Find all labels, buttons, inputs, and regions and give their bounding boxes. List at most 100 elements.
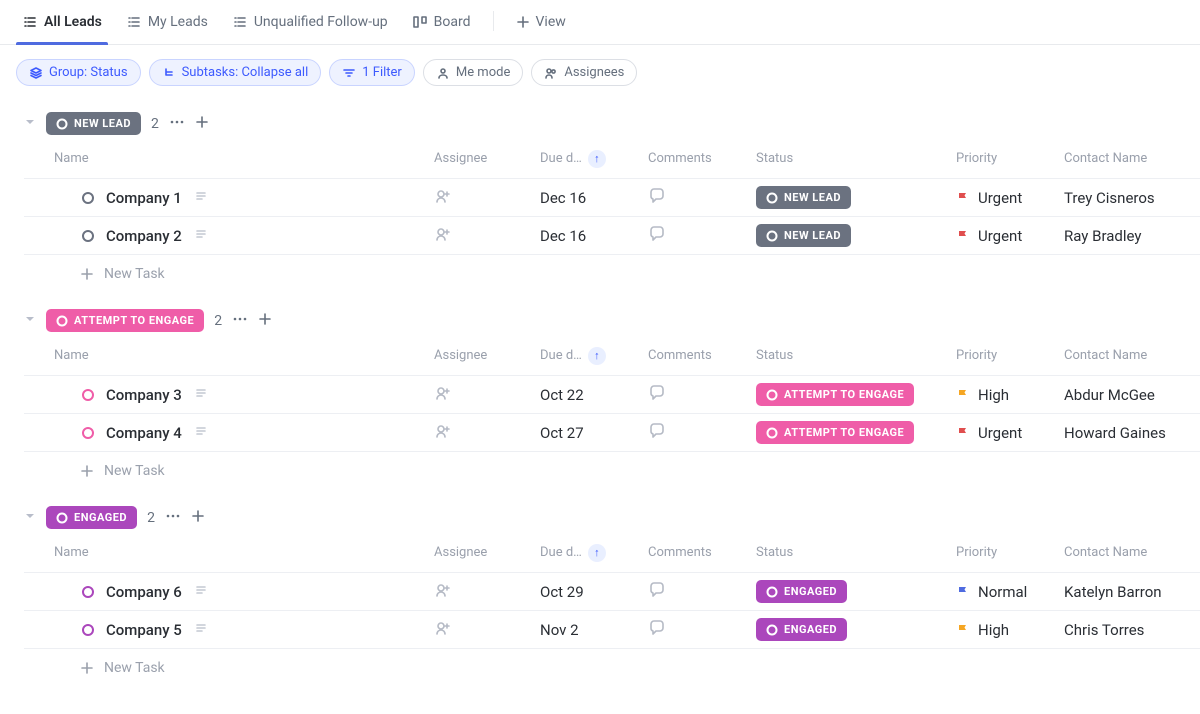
group-more-button[interactable] (232, 311, 248, 331)
due-date[interactable]: Nov 2 (540, 621, 648, 639)
col-status[interactable]: Status (756, 545, 956, 560)
col-contact[interactable]: Contact Name (1064, 348, 1200, 363)
col-status[interactable]: Status (756, 348, 956, 363)
group-chip[interactable]: Group: Status (16, 59, 141, 86)
col-due-date[interactable]: Due d… ↑ (540, 150, 648, 168)
task-name[interactable]: Company 6 (106, 583, 182, 601)
due-date[interactable]: Oct 22 (540, 386, 648, 404)
status-dot-icon[interactable] (80, 387, 96, 403)
col-status[interactable]: Status (756, 151, 956, 166)
col-name[interactable]: Name (54, 545, 434, 560)
due-date[interactable]: Oct 27 (540, 424, 648, 442)
collapse-toggle[interactable] (24, 116, 36, 132)
comments-cell[interactable] (648, 384, 756, 406)
status-cell[interactable]: NEW LEAD (756, 224, 956, 247)
col-priority[interactable]: Priority (956, 348, 1064, 363)
col-name[interactable]: Name (54, 151, 434, 166)
status-pill[interactable]: ATTEMPT TO ENGAGE (46, 309, 204, 332)
status-dot-icon[interactable] (80, 190, 96, 206)
assignee-cell[interactable] (434, 225, 540, 247)
group-add-task-button[interactable] (258, 312, 272, 330)
task-name[interactable]: Company 1 (106, 189, 182, 207)
description-icon[interactable] (194, 227, 208, 245)
table-row[interactable]: Company 1 Dec 16 NEW LEAD Urgent Trey Ci… (24, 179, 1200, 217)
sort-asc-icon[interactable]: ↑ (588, 150, 606, 168)
group-add-task-button[interactable] (195, 115, 209, 133)
status-cell[interactable]: ENGAGED (756, 618, 956, 641)
col-comments[interactable]: Comments (648, 151, 756, 166)
assignees-chip[interactable]: Assignees (531, 59, 637, 86)
new-task-button[interactable]: New Task (54, 660, 434, 676)
col-comments[interactable]: Comments (648, 348, 756, 363)
group-more-button[interactable] (165, 508, 181, 528)
task-name[interactable]: Company 3 (106, 386, 182, 404)
description-icon[interactable] (194, 386, 208, 404)
description-icon[interactable] (194, 583, 208, 601)
description-icon[interactable] (194, 189, 208, 207)
sort-asc-icon[interactable]: ↑ (588, 347, 606, 365)
group-more-button[interactable] (169, 114, 185, 134)
status-dot-icon[interactable] (80, 425, 96, 441)
me-mode-chip[interactable]: Me mode (423, 59, 524, 86)
table-row[interactable]: Company 4 Oct 27 ATTEMPT TO ENGAGE Urgen… (24, 414, 1200, 452)
status-dot-icon[interactable] (80, 584, 96, 600)
new-task-button[interactable]: New Task (54, 266, 434, 282)
col-contact[interactable]: Contact Name (1064, 545, 1200, 560)
due-date[interactable]: Dec 16 (540, 189, 648, 207)
comments-cell[interactable] (648, 225, 756, 247)
status-dot-icon[interactable] (80, 622, 96, 638)
priority-cell[interactable]: Urgent (956, 189, 1064, 207)
collapse-toggle[interactable] (24, 510, 36, 526)
contact-name[interactable]: Trey Cisneros (1064, 189, 1200, 207)
priority-cell[interactable]: Urgent (956, 227, 1064, 245)
comments-cell[interactable] (648, 619, 756, 641)
col-assignee[interactable]: Assignee (434, 151, 540, 166)
due-date[interactable]: Oct 29 (540, 583, 648, 601)
col-name[interactable]: Name (54, 348, 434, 363)
group-add-task-button[interactable] (191, 509, 205, 527)
priority-cell[interactable]: Urgent (956, 424, 1064, 442)
priority-cell[interactable]: Normal (956, 583, 1064, 601)
task-name[interactable]: Company 5 (106, 621, 182, 639)
priority-cell[interactable]: High (956, 386, 1064, 404)
new-task-button[interactable]: New Task (54, 463, 434, 479)
tab-all-leads[interactable]: All Leads (16, 6, 108, 44)
priority-cell[interactable]: High (956, 621, 1064, 639)
add-view-button[interactable]: View (510, 6, 572, 44)
tab-board[interactable]: Board (406, 6, 477, 44)
tab-my-leads[interactable]: My Leads (120, 6, 214, 44)
table-row[interactable]: Company 5 Nov 2 ENGAGED High Chris Torre… (24, 611, 1200, 649)
status-cell[interactable]: NEW LEAD (756, 186, 956, 209)
col-due-date[interactable]: Due d… ↑ (540, 544, 648, 562)
assignee-cell[interactable] (434, 187, 540, 209)
col-contact[interactable]: Contact Name (1064, 151, 1200, 166)
col-priority[interactable]: Priority (956, 545, 1064, 560)
filter-chip[interactable]: 1 Filter (329, 59, 415, 86)
col-comments[interactable]: Comments (648, 545, 756, 560)
contact-name[interactable]: Abdur McGee (1064, 386, 1200, 404)
table-row[interactable]: Company 3 Oct 22 ATTEMPT TO ENGAGE High … (24, 376, 1200, 414)
contact-name[interactable]: Howard Gaines (1064, 424, 1200, 442)
assignee-cell[interactable] (434, 422, 540, 444)
col-due-date[interactable]: Due d… ↑ (540, 347, 648, 365)
assignee-cell[interactable] (434, 581, 540, 603)
description-icon[interactable] (194, 621, 208, 639)
status-cell[interactable]: ATTEMPT TO ENGAGE (756, 383, 956, 406)
collapse-toggle[interactable] (24, 313, 36, 329)
status-cell[interactable]: ENGAGED (756, 580, 956, 603)
sort-asc-icon[interactable]: ↑ (588, 544, 606, 562)
task-name[interactable]: Company 4 (106, 424, 182, 442)
status-pill[interactable]: NEW LEAD (46, 112, 141, 135)
status-pill[interactable]: ENGAGED (46, 506, 137, 529)
comments-cell[interactable] (648, 581, 756, 603)
status-cell[interactable]: ATTEMPT TO ENGAGE (756, 421, 956, 444)
contact-name[interactable]: Katelyn Barron (1064, 583, 1200, 601)
col-assignee[interactable]: Assignee (434, 348, 540, 363)
assignee-cell[interactable] (434, 619, 540, 641)
table-row[interactable]: Company 2 Dec 16 NEW LEAD Urgent Ray Bra… (24, 217, 1200, 255)
contact-name[interactable]: Chris Torres (1064, 621, 1200, 639)
assignee-cell[interactable] (434, 384, 540, 406)
comments-cell[interactable] (648, 422, 756, 444)
col-assignee[interactable]: Assignee (434, 545, 540, 560)
comments-cell[interactable] (648, 187, 756, 209)
